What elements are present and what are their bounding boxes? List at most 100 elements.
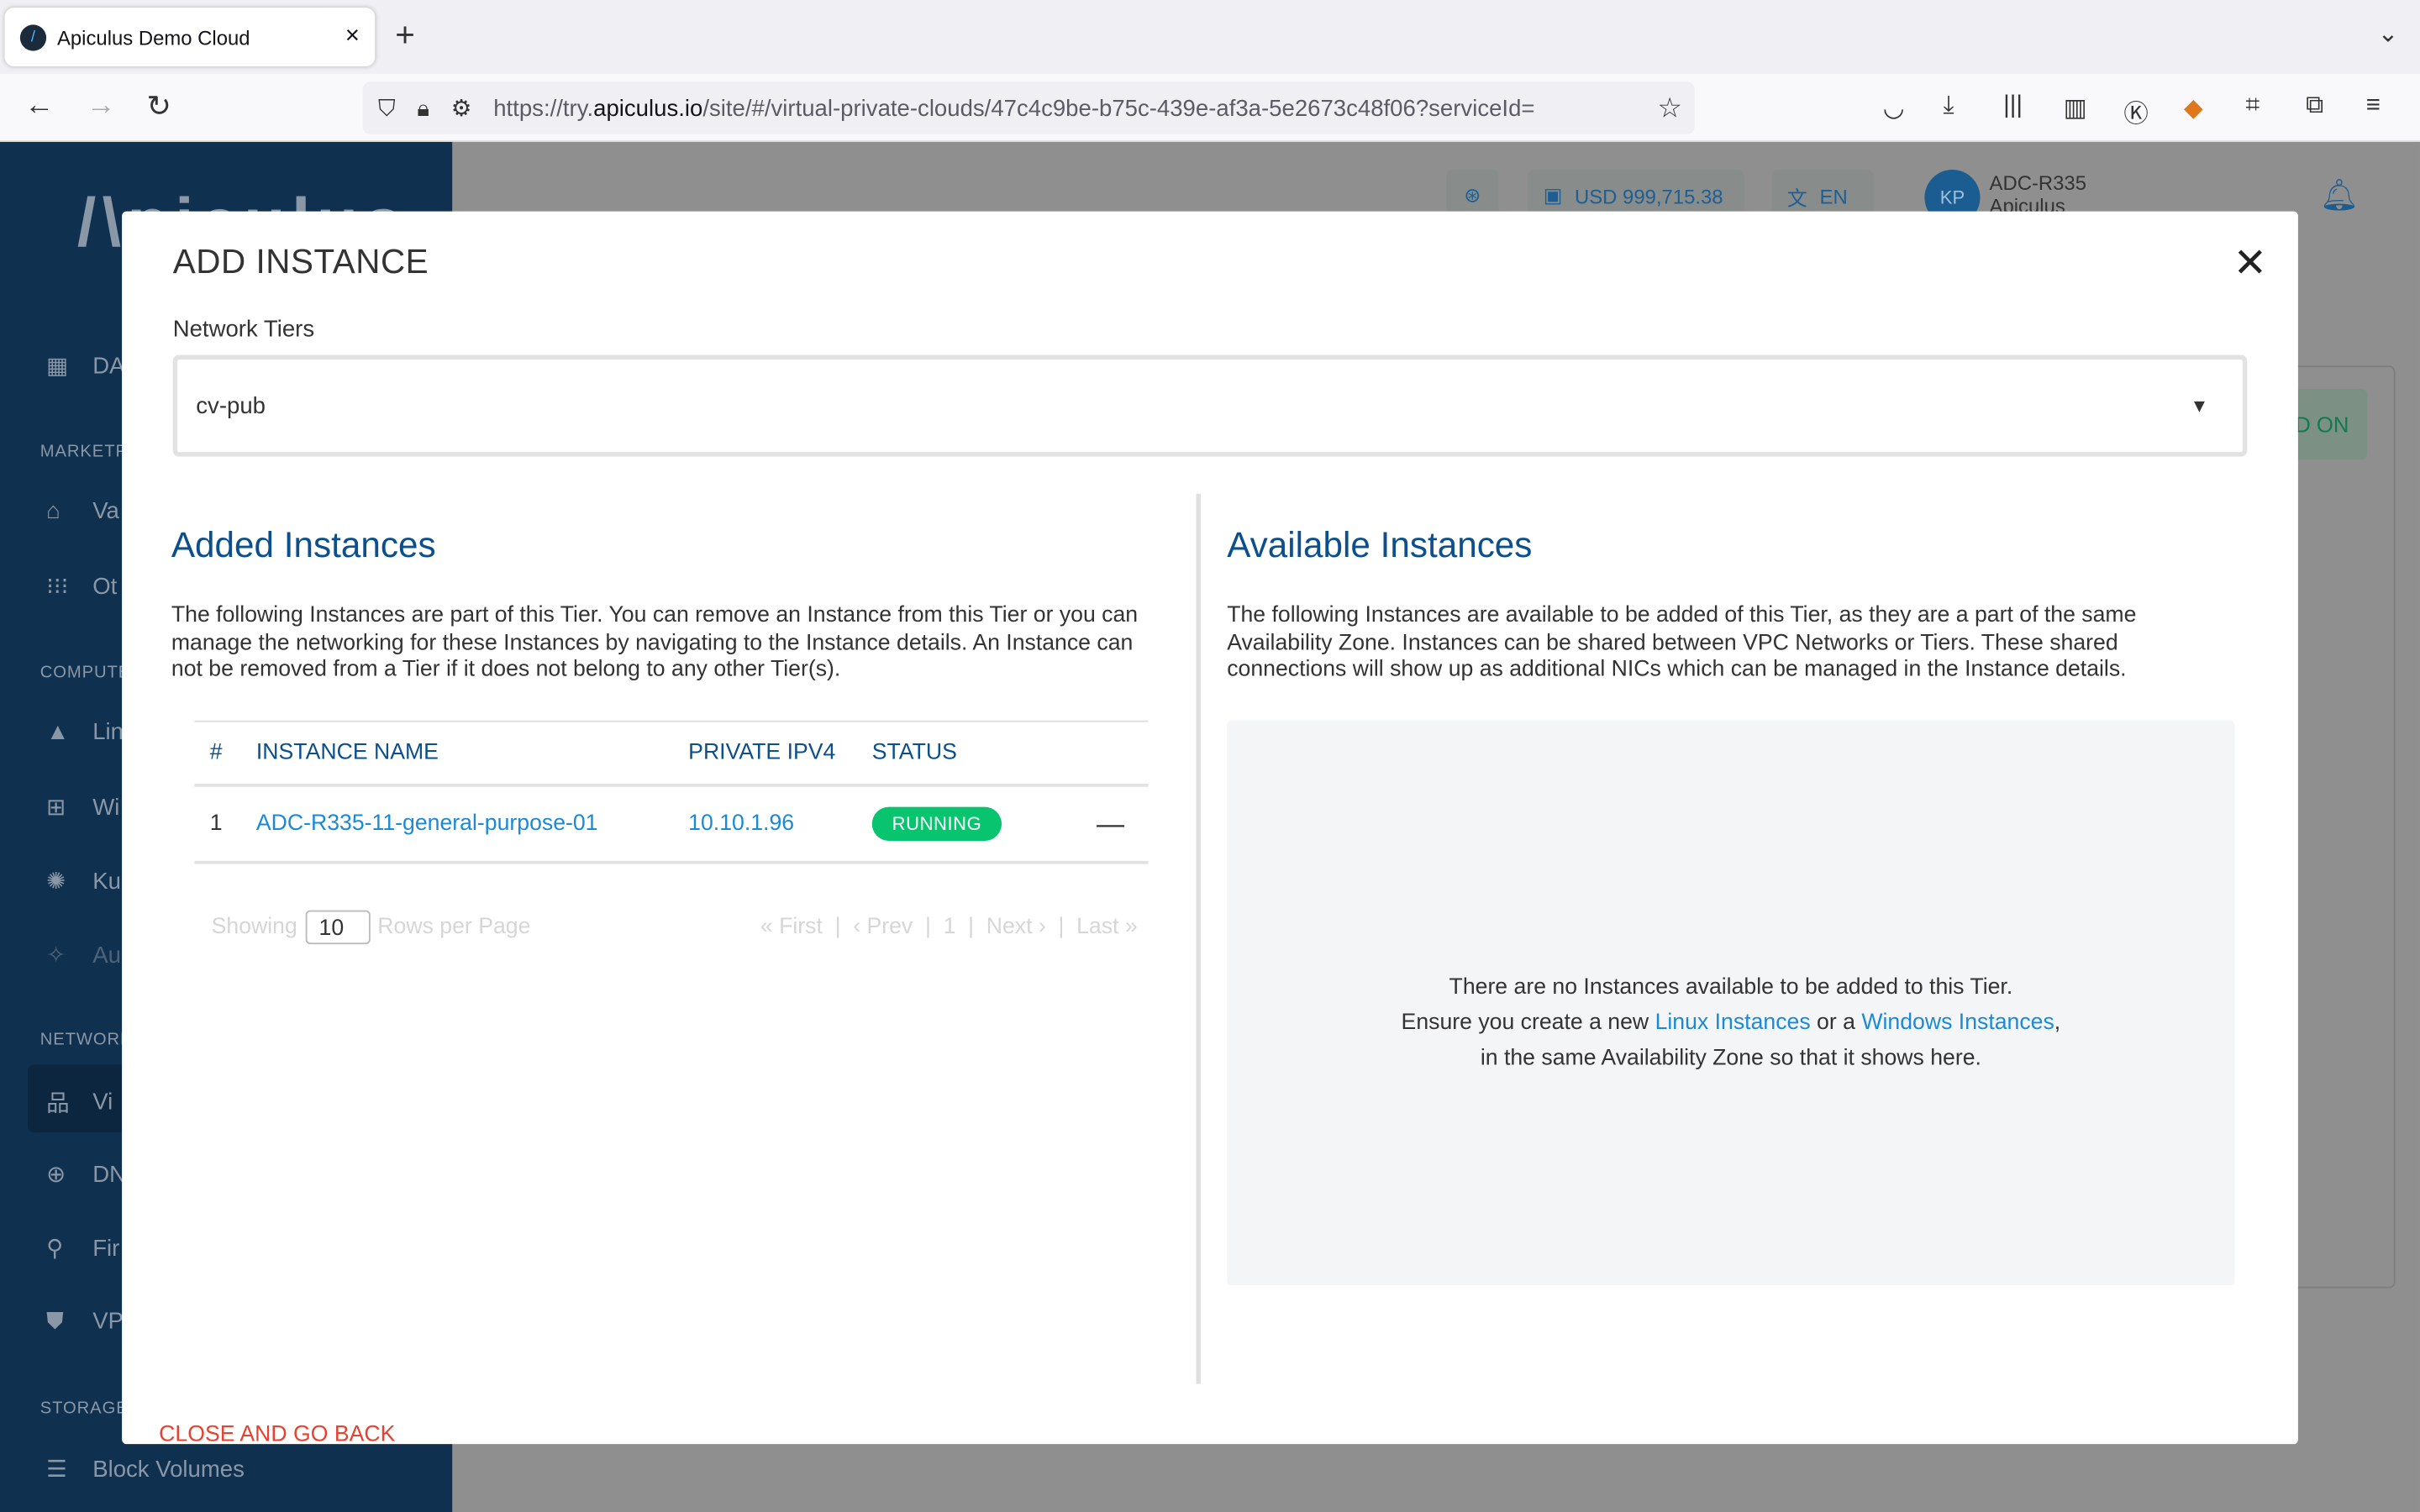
added-instances-table: # INSTANCE NAME PRIVATE IPV4 STATUS 1 AD… xyxy=(194,720,1149,864)
forward-button[interactable]: → xyxy=(87,90,116,123)
address-bar[interactable]: ⛉ 🔒︎ ⚙ https://try. apiculus.io/site/#/vi… xyxy=(362,81,1695,134)
extensions-icon[interactable]: ⧉ xyxy=(2306,92,2323,120)
sidebar-label: Vi xyxy=(92,1089,113,1116)
shield-icon: ⛊ xyxy=(46,1308,64,1335)
close-icon[interactable]: ✕ xyxy=(2233,239,2267,287)
sidebar-label: Ku xyxy=(92,868,121,895)
kubernetes-icon: ✺ xyxy=(46,869,66,895)
storage-icon: ☰ xyxy=(46,1456,67,1483)
rows-per-page-label: Rows per Page xyxy=(377,915,531,940)
selected-tier: cv-pub xyxy=(196,392,266,419)
sidebar-item[interactable]: ⊞ Wi xyxy=(46,793,119,821)
magic-wand-icon: ✧ xyxy=(46,942,66,969)
sidebar-label: Block Volumes xyxy=(92,1455,245,1483)
sidebar-toggle-icon[interactable]: ▥ xyxy=(2064,92,2087,123)
modal-title: ADD INSTANCE xyxy=(172,242,429,281)
bookmark-star-icon[interactable]: ☆ xyxy=(1657,92,1682,124)
windows-instances-link[interactable]: Windows Instances xyxy=(1861,1011,2054,1035)
sidebar-item[interactable]: ⚲ Fir xyxy=(46,1234,119,1262)
close-and-go-back-button[interactable]: CLOSE AND GO BACK xyxy=(159,1422,395,1444)
sidebar-label: Fir xyxy=(92,1235,120,1262)
added-instances-description: The following Instances are part of this… xyxy=(171,603,1139,682)
section-storage: STORAGE xyxy=(39,1399,129,1418)
pagination: Showing 10 Rows per Page « First | ‹ Prev… xyxy=(211,910,1138,945)
user-id: ADC-R335 xyxy=(1989,171,2087,195)
col-status: STATUS xyxy=(871,740,957,766)
url-prefix: https://try. xyxy=(493,94,594,122)
next-page-button[interactable]: Next › xyxy=(986,915,1046,939)
url-path: /site/#/virtual-private-clouds/47c4c9be-… xyxy=(702,94,1535,122)
crop-icon[interactable]: ⌗ xyxy=(2245,92,2260,120)
pocket-icon[interactable]: ◡ xyxy=(1883,92,1905,123)
sidebar-item[interactable]: ☰ Block Volumes xyxy=(46,1455,245,1483)
column-divider xyxy=(1196,493,1201,1384)
empty-message: There are no Instances available to be a… xyxy=(1449,974,2013,1000)
reload-button[interactable]: ↻ xyxy=(146,90,171,125)
sidebar-item[interactable]: ✧ Au xyxy=(46,941,121,969)
notification-bell-icon[interactable]: 🔔︎ xyxy=(2320,176,2360,214)
sidebar-label: Au xyxy=(92,942,121,969)
language-text: EN xyxy=(1819,184,1848,208)
grid-icon: ⁝⁝⁝ xyxy=(46,574,69,601)
available-instances-description: The following Instances are available to… xyxy=(1227,603,2137,682)
sidebar-label: Ot xyxy=(92,573,118,600)
sidebar-label: Lin xyxy=(92,718,124,746)
instance-name-link[interactable]: ADC-R335-11-general-purpose-01 xyxy=(256,811,688,836)
sidebar-item[interactable]: ⁝⁝⁝ Ot xyxy=(46,572,117,600)
col-private-ipv4: PRIVATE IPV4 xyxy=(688,740,836,766)
private-ip-link[interactable]: 10.10.1.96 xyxy=(688,811,872,836)
sidebar-label: Wi xyxy=(92,793,120,821)
table-row: 1 ADC-R335-11-general-purpose-01 10.10.1… xyxy=(194,787,1149,864)
status-badge: RUNNING xyxy=(871,806,1002,842)
new-tab-button[interactable]: + xyxy=(395,15,415,55)
sidebar-label: Va xyxy=(92,498,119,525)
sidebar-item[interactable]: ⌂ Va xyxy=(46,498,119,524)
tab-title: Apiculus Demo Cloud xyxy=(56,25,250,49)
remove-instance-button[interactable]: — xyxy=(1073,808,1149,841)
dashboard-icon: ▦ xyxy=(46,353,69,380)
wallet-icon: ▣ xyxy=(1543,183,1563,207)
empty-text: Ensure you create a new xyxy=(1401,1011,1655,1036)
empty-text: or a xyxy=(1810,1011,1862,1036)
col-index: # xyxy=(209,740,223,766)
favicon-icon: / xyxy=(19,24,47,50)
download-icon[interactable]: ⤓ xyxy=(1943,92,1954,120)
sidebar-item[interactable]: ✺ Ku xyxy=(46,867,121,895)
caret-down-icon: ▼ xyxy=(2190,395,2209,417)
showing-label: Showing xyxy=(211,915,297,940)
tab-list-chevron-icon[interactable]: ⌄ xyxy=(2378,18,2399,50)
browser-tab[interactable]: / Apiculus Demo Cloud × xyxy=(4,8,376,66)
current-page: 1 xyxy=(943,915,956,940)
network-icon: 品 xyxy=(46,1090,70,1117)
sidebar-item-dashboard[interactable]: ▦ DA xyxy=(46,352,124,380)
last-page-button[interactable]: Last » xyxy=(1076,915,1138,939)
sidebar-item[interactable]: ▲ Lin xyxy=(46,719,124,745)
sidebar-item[interactable]: ⛊ VP xyxy=(46,1309,124,1335)
metamask-icon[interactable]: ◆ xyxy=(2184,92,2203,123)
extension-k-icon[interactable]: Ⓚ xyxy=(2123,92,2148,129)
network-tier-select[interactable]: cv-pub ▼ xyxy=(172,354,2248,457)
rows-per-page-input[interactable]: 10 xyxy=(304,910,371,945)
section-network: NETWORK xyxy=(39,1030,133,1049)
linux-instances-link[interactable]: Linux Instances xyxy=(1655,1011,1811,1035)
prev-page-button[interactable]: ‹ Prev xyxy=(853,915,913,939)
close-tab-icon[interactable]: × xyxy=(345,24,360,51)
linux-icon: ▲ xyxy=(46,718,70,746)
table-header: # INSTANCE NAME PRIVATE IPV4 STATUS xyxy=(194,722,1149,787)
balance-text: USD 999,715.38 xyxy=(1575,184,1723,208)
back-button[interactable]: ← xyxy=(24,90,54,123)
sidebar-item[interactable]: ⊕ DN xyxy=(46,1160,126,1188)
library-icon[interactable]: ||| xyxy=(2003,92,2023,120)
sidebar-item-active[interactable]: 品 Vi xyxy=(46,1086,113,1119)
add-instance-modal: ADD INSTANCE ✕ Network Tiers cv-pub ▼ Ad… xyxy=(122,211,2298,1445)
network-tiers-label: Network Tiers xyxy=(172,316,315,343)
menu-icon[interactable]: ≡ xyxy=(2366,92,2381,120)
row-index: 1 xyxy=(209,811,223,837)
sidebar-label: DA xyxy=(92,352,125,379)
first-page-button[interactable]: « First xyxy=(760,915,823,939)
sidebar-label: DN xyxy=(92,1161,127,1188)
empty-state: There are no Instances available to be a… xyxy=(1227,720,2235,1285)
sidebar-label: VP xyxy=(92,1308,124,1335)
permissions-icon: ⚙ xyxy=(450,95,472,123)
lock-icon: 🔒︎ xyxy=(417,94,430,122)
